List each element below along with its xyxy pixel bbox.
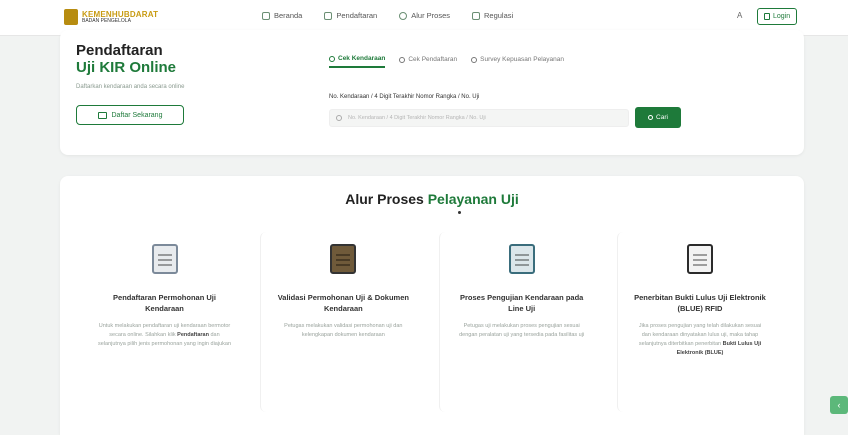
logo-subtitle: BADAN PENGELOLA <box>82 17 131 24</box>
home-icon <box>262 11 270 20</box>
step-description: Petugas melakukan validasi permohonan uj… <box>284 323 403 338</box>
tab-cek-kendaraan[interactable]: Cek Kendaraan <box>329 55 386 68</box>
search-field-label: No. Kendaraan / 4 Digit Terakhir Nomor R… <box>329 94 480 100</box>
process-steps: Pendaftaran Permohonan Uji Kendaraan Unt… <box>82 232 782 412</box>
step-title: Penerbitan Bukti Lulus Uji Elektronik (B… <box>634 293 766 313</box>
step-title: Validasi Permohonan Uji & Dokumen Kendar… <box>277 293 409 313</box>
nav-label: Alur Proses <box>411 11 450 20</box>
document-icon <box>472 11 480 20</box>
login-label: Login <box>773 13 791 20</box>
search-button[interactable]: Cari <box>635 107 681 128</box>
info-icon <box>399 11 408 20</box>
registration-card: Pendaftaran Uji KIR Online Daftarkan ken… <box>60 30 804 155</box>
title-decoration <box>458 211 461 214</box>
section-title: Alur Proses Pelayanan Uji <box>345 191 519 207</box>
vehicle-icon <box>97 111 107 119</box>
step-description: Jika proses pengujian yang telah dilakuk… <box>638 323 762 356</box>
step-title: Pendaftaran Permohonan Uji Kendaraan <box>113 293 216 313</box>
login-button[interactable]: Login <box>757 8 798 25</box>
step-description: Untuk melakukan pendaftaran uji kendaraa… <box>98 323 232 347</box>
step-description: Petugas uji melakukan proses pengujian s… <box>459 323 585 338</box>
search-tabs: Cek Kendaraan Cek Pendaftaran Survey Kep… <box>329 55 564 68</box>
nav-item-pendaftaran[interactable]: Pendaftaran <box>324 11 377 20</box>
process-card: Alur Proses Pelayanan Uji Pendaftaran Pe… <box>60 176 804 435</box>
checklist-icon <box>330 244 357 274</box>
nav-item-alur-proses[interactable]: Alur Proses <box>399 11 450 20</box>
clipboard-icon <box>508 244 535 274</box>
process-step: Proses Pengujian Kendaraan pada Line Uji… <box>438 232 604 412</box>
nav-item-regulasi[interactable]: Regulasi <box>472 11 513 20</box>
certificate-icon <box>686 244 713 274</box>
main-nav: Beranda Pendaftaran Alur Proses Regulasi <box>262 11 513 20</box>
login-icon <box>764 13 770 20</box>
form-icon <box>151 244 178 274</box>
step-title: Proses Pengujian Kendaraan pada Line Uji <box>459 293 584 313</box>
site-logo[interactable]: KEMENHUBDARAT BADAN PENGELOLA <box>64 9 158 25</box>
hero-title-accent: Uji KIR Online <box>76 59 177 76</box>
search-icon <box>336 115 342 121</box>
register-label: Daftar Sekarang <box>111 111 163 119</box>
process-step: Penerbitan Bukti Lulus Uji Elektronik (B… <box>616 232 782 412</box>
search-input[interactable] <box>329 109 629 127</box>
nav-item-beranda[interactable]: Beranda <box>262 11 302 20</box>
star-icon <box>471 56 478 63</box>
floating-toggle-button[interactable]: ‹ <box>830 396 848 414</box>
search-icon <box>399 56 406 63</box>
hero-description: Daftarkan kendaraan anda secara online <box>76 84 185 90</box>
language-toggle[interactable]: A <box>737 11 742 20</box>
search-icon <box>648 115 654 120</box>
process-step: Pendaftaran Permohonan Uji Kendaraan Unt… <box>82 232 247 412</box>
logo-emblem-icon <box>64 9 78 25</box>
nav-label: Regulasi <box>484 11 514 20</box>
list-icon <box>324 11 333 20</box>
process-step: Validasi Permohonan Uji & Dokumen Kendar… <box>260 232 425 412</box>
hero-title: Pendaftaran <box>76 42 163 59</box>
register-now-button[interactable]: Daftar Sekarang <box>76 105 184 125</box>
search-icon <box>329 55 335 62</box>
nav-label: Pendaftaran <box>336 11 378 20</box>
tab-survey-kepuasan[interactable]: Survey Kepuasan Pelayanan <box>471 55 564 68</box>
nav-label: Beranda <box>274 11 303 20</box>
tab-cek-pendaftaran[interactable]: Cek Pendaftaran <box>399 55 457 68</box>
